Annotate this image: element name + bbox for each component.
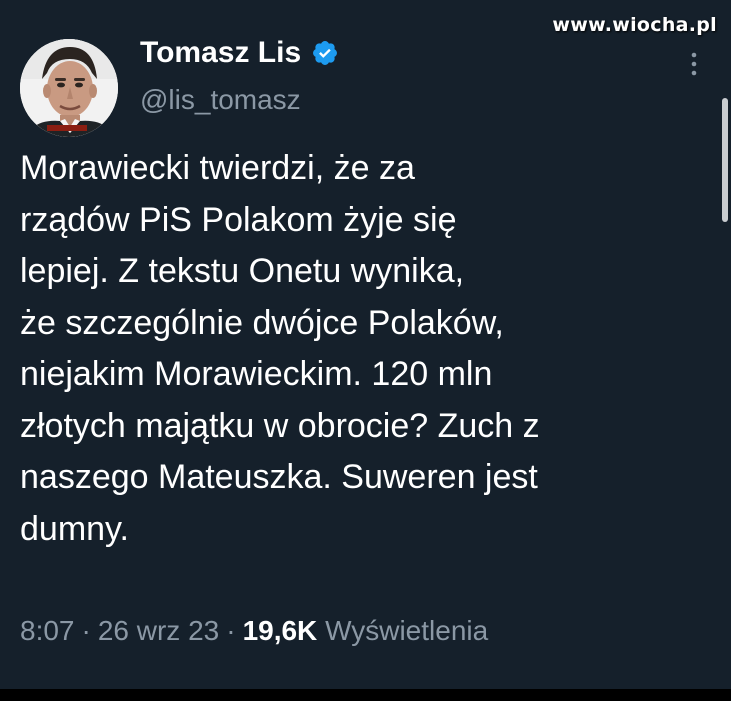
author-name-row: Tomasz Lis xyxy=(140,36,339,70)
author-handle[interactable]: @lis_tomasz xyxy=(140,84,301,116)
bottom-edge xyxy=(0,689,731,701)
tweet-date[interactable]: 26 wrz 23 xyxy=(98,615,219,646)
tweet-text-line: złotych majątku w obrocie? Zuch z xyxy=(20,406,540,445)
views-label: Wyświetlenia xyxy=(325,615,489,646)
tweet-text-line: niejakim Morawieckim. 120 mln xyxy=(20,355,493,393)
tweet-card: www.wiocha.pl Tomasz Lis @lis_tomasz Mor… xyxy=(0,0,731,701)
tweet-text: Morawiecki twierdzi, że za rządów PiS Po… xyxy=(20,143,720,555)
verified-badge-icon xyxy=(313,41,338,65)
more-vertical-icon[interactable] xyxy=(691,52,697,76)
meta-separator: · xyxy=(226,615,236,646)
watermark: www.wiocha.pl xyxy=(552,14,717,36)
tweet-text-line: dumny. xyxy=(20,509,129,548)
tweet-time[interactable]: 8:07 xyxy=(20,615,75,646)
tweet-text-line: rządów PiS Polakom żyje się xyxy=(20,200,457,239)
author-display-name[interactable]: Tomasz Lis xyxy=(140,36,301,70)
avatar[interactable] xyxy=(20,39,118,137)
meta-separator: · xyxy=(81,615,91,646)
avatar-image xyxy=(20,39,118,137)
scrollbar-thumb[interactable] xyxy=(722,98,728,222)
tweet-meta-row: 8:07 · 26 wrz 23 · 19,6K Wyświetlenia xyxy=(20,615,488,647)
tweet-text-line: naszego Mateuszka. Suweren jest xyxy=(20,458,538,496)
tweet-text-line: Morawiecki twierdzi, że za xyxy=(20,149,415,187)
tweet-text-line: że szczególnie dwójce Polaków, xyxy=(20,303,504,342)
views-count: 19,6K xyxy=(242,615,318,646)
tweet-text-line: lepiej. Z tekstu Onetu wynika, xyxy=(20,252,465,290)
